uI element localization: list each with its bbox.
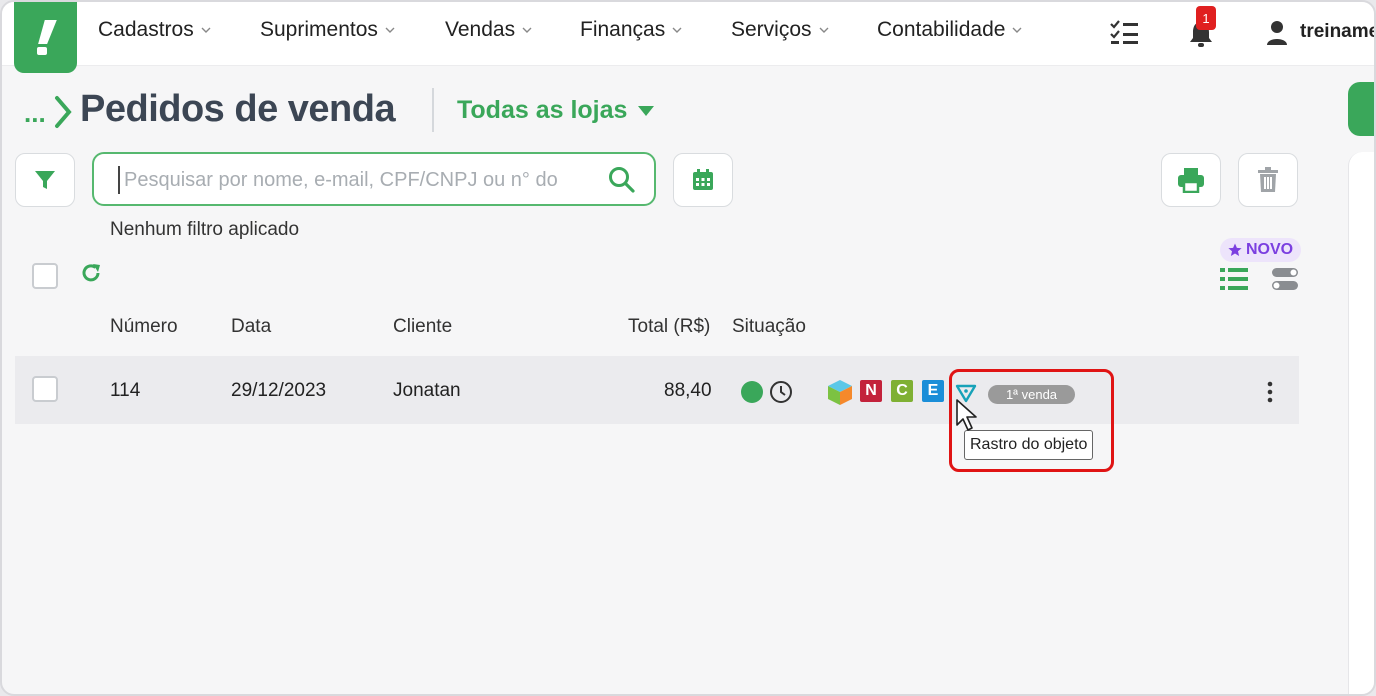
filter-button[interactable] (15, 153, 75, 207)
side-panel (1348, 152, 1374, 694)
package-cube-icon[interactable] (826, 378, 854, 406)
toggle-view-icon[interactable] (1272, 267, 1300, 291)
date-filter-button[interactable] (673, 153, 733, 207)
cell-total: 88,40 (664, 380, 712, 401)
search-input[interactable] (118, 166, 588, 194)
col-header-cliente[interactable]: Cliente (393, 316, 452, 338)
calendar-icon (693, 169, 713, 190)
store-select-label: Todas as lojas (457, 96, 628, 124)
chevron-down-icon (672, 27, 682, 33)
chevron-down-icon (1012, 27, 1022, 33)
status-dot-icon (741, 381, 763, 403)
printer-icon (1178, 168, 1204, 193)
more-vertical-icon[interactable] (1260, 380, 1280, 404)
logo-mark-icon (36, 19, 57, 55)
checklist-icon (1110, 20, 1138, 44)
title-divider (432, 88, 434, 132)
print-button[interactable] (1161, 153, 1221, 207)
nav-label: Cadastros (98, 18, 194, 41)
col-header-data[interactable]: Data (231, 316, 271, 338)
tag-c[interactable]: C (891, 380, 913, 402)
chevron-right-icon (55, 96, 72, 128)
breadcrumb-more[interactable]: ... (24, 98, 46, 129)
chevron-down-icon (819, 27, 829, 33)
trash-icon (1258, 167, 1278, 192)
cell-numero: 114 (110, 380, 141, 401)
tag-nfe[interactable]: N (860, 380, 882, 402)
user-icon (1267, 21, 1287, 45)
col-header-numero[interactable]: Número (110, 316, 178, 338)
clock-icon[interactable] (769, 380, 793, 404)
refresh-icon[interactable] (80, 262, 102, 284)
novo-label: NOVO (1246, 241, 1294, 258)
app-window: Cadastros Suprimentos Vendas Finanças Se… (0, 0, 1376, 696)
list-view-icon[interactable] (1220, 267, 1248, 291)
col-header-total[interactable]: Total (R$) (628, 316, 710, 338)
nav-vendas[interactable]: Vendas (445, 18, 533, 42)
nav-financas[interactable]: Finanças (580, 18, 683, 42)
page-title: Pedidos de venda (80, 88, 396, 130)
side-panel-tab[interactable] (1348, 82, 1374, 136)
cell-cliente: Jonatan (393, 380, 461, 401)
nav-label: Suprimentos (260, 18, 378, 41)
nav-cadastros[interactable]: Cadastros (98, 18, 212, 42)
delete-button[interactable] (1238, 153, 1298, 207)
app-logo[interactable] (14, 2, 77, 73)
row-checkbox[interactable] (32, 376, 58, 402)
user-menu[interactable] (1266, 20, 1288, 51)
select-all-checkbox[interactable] (32, 263, 58, 289)
highlight-box (949, 369, 1114, 472)
tag-e[interactable]: E (922, 380, 944, 402)
filter-status-text: Nenhum filtro aplicado (110, 219, 300, 240)
user-name[interactable]: treiname (1300, 21, 1374, 43)
nav-label: Serviços (731, 18, 812, 41)
top-navbar: Cadastros Suprimentos Vendas Finanças Se… (2, 2, 1374, 73)
caret-down-icon (638, 105, 655, 116)
notification-badge: 1 (1196, 6, 1216, 30)
search-box (92, 152, 656, 206)
nav-servicos[interactable]: Serviços (731, 18, 830, 42)
col-header-situacao[interactable]: Situação (732, 316, 806, 338)
chevron-down-icon (201, 27, 211, 33)
nav-label: Contabilidade (877, 18, 1006, 41)
nav-label: Finanças (580, 18, 666, 41)
search-icon[interactable] (608, 166, 636, 194)
novo-badge: NOVO (1220, 238, 1302, 262)
store-select[interactable]: Todas as lojas (457, 96, 655, 125)
star-icon (1228, 243, 1242, 256)
chevron-down-icon (522, 27, 532, 33)
task-list-button[interactable] (1109, 20, 1139, 51)
nav-label: Vendas (445, 18, 516, 41)
chevron-down-icon (385, 27, 395, 33)
cell-data: 29/12/2023 (231, 380, 327, 401)
nav-contabilidade[interactable]: Contabilidade (877, 18, 1023, 42)
nav-suprimentos[interactable]: Suprimentos (260, 18, 396, 42)
filter-icon (35, 171, 55, 189)
